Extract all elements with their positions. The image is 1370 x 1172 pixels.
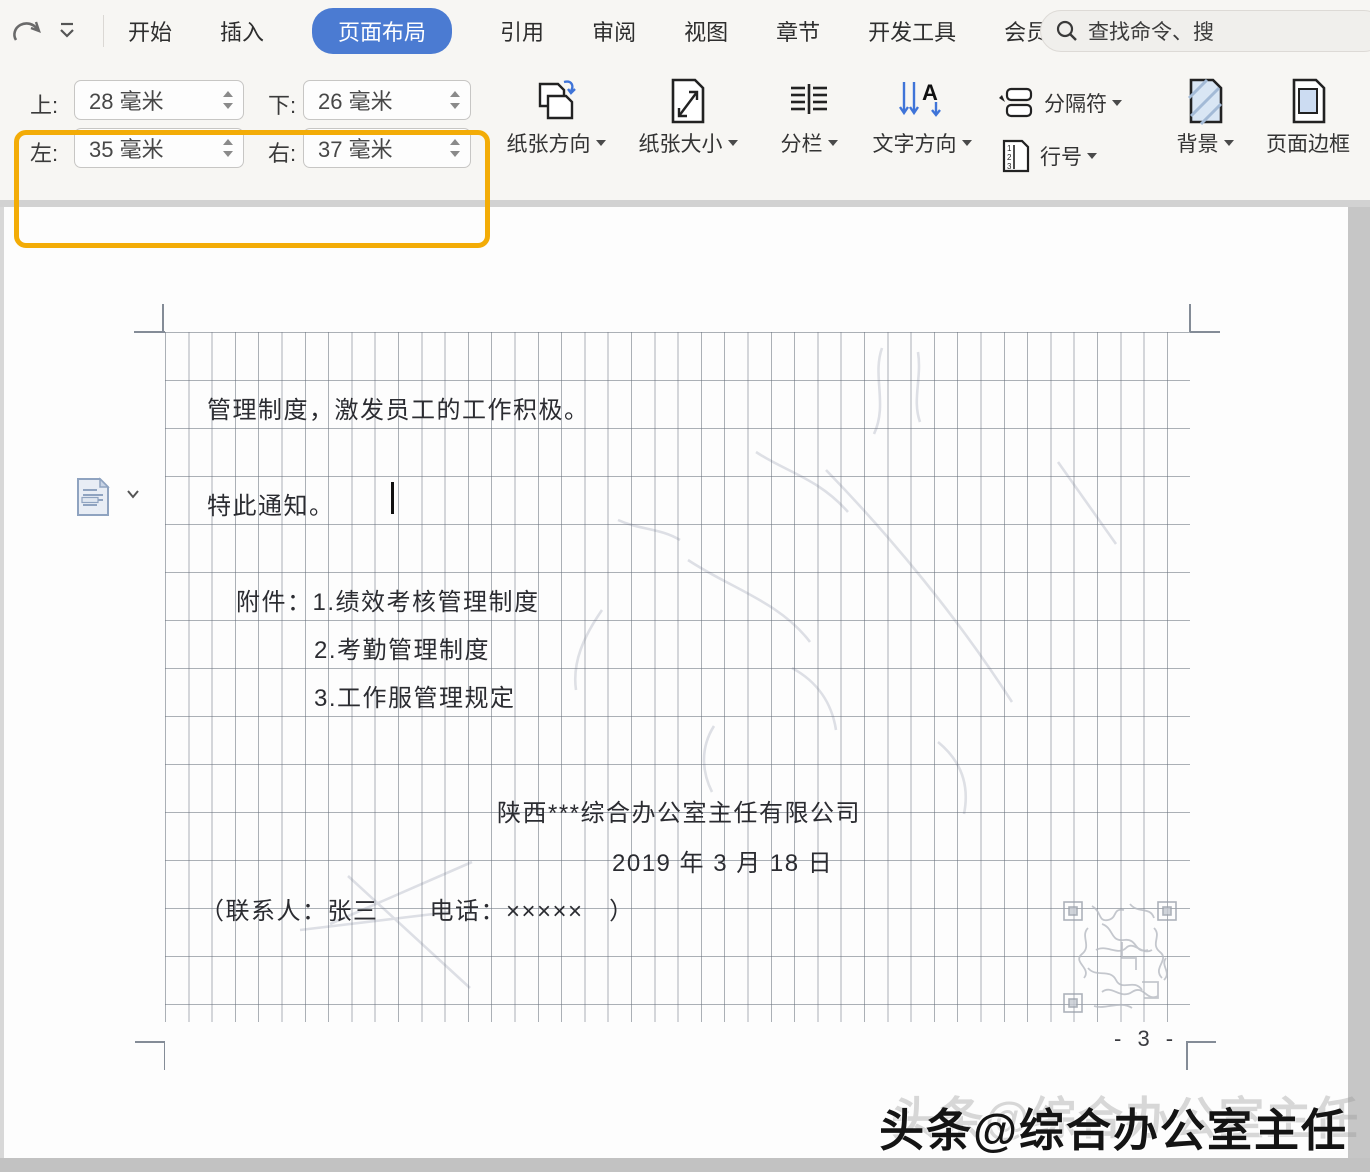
top-margin-label: 上: (30, 88, 58, 120)
toolbar-divider (103, 15, 104, 47)
top-margin-value: 28 毫米 (89, 84, 223, 116)
line-numbers-icon: 1 2 3 (998, 138, 1032, 174)
qr-stamp (1058, 898, 1186, 1020)
tab-review[interactable]: 审阅 (592, 15, 636, 47)
body-text-line[interactable]: 特此通知。 (207, 486, 335, 521)
search-icon (1055, 19, 1079, 43)
app-background (0, 1158, 1370, 1172)
contact-line[interactable]: （联系人：张三 电话：××××× ） (200, 891, 635, 926)
search-input[interactable]: 查找命令、搜 (1040, 10, 1370, 52)
bottom-margin-field[interactable]: 26 毫米 (303, 80, 471, 120)
page-border-button[interactable]: 页面边框 (1258, 76, 1358, 158)
crop-mark-bottom-left (135, 1041, 165, 1043)
paper-size-icon (665, 76, 711, 128)
chevron-down-icon (126, 488, 140, 500)
text-direction-label: 文字方向 (873, 128, 957, 158)
tab-developer-tools[interactable]: 开发工具 (868, 15, 956, 47)
text-direction-icon: A (896, 76, 948, 128)
signature-company-line[interactable]: 陕西***综合办公室主任有限公司 (497, 793, 861, 828)
page-border-label: 页面边框 (1266, 128, 1350, 158)
ribbon-content: 上: 28 毫米 下: 26 毫米 左: 35 毫米 右: 37 毫米 (0, 62, 1370, 200)
tab-insert[interactable]: 插入 (220, 15, 264, 47)
margin-highlight-box (14, 130, 490, 248)
svg-text:3: 3 (1007, 162, 1012, 171)
ribbon-tab-bar: 开始 插入 页面布局 引用 审阅 视图 章节 开发工具 会员专享 查找命令、搜 (0, 0, 1370, 62)
crop-mark-top-left (134, 331, 165, 333)
columns-icon (785, 76, 833, 128)
page-number: - 3 - (1114, 1026, 1178, 1052)
svg-text:1: 1 (1007, 144, 1012, 153)
crop-mark-bottom-right (1186, 1041, 1188, 1070)
attachment-line[interactable]: 2.考勤管理制度 (314, 630, 490, 665)
columns-label: 分栏 (781, 128, 823, 158)
breaks-icon (998, 86, 1036, 120)
attachment-line[interactable]: 附件：1.绩效考核管理制度 (236, 582, 540, 617)
paper-orientation-icon (530, 76, 582, 128)
chevron-down-icon (1087, 153, 1097, 159)
paper-size-label: 纸张大小 (639, 128, 723, 158)
wps-window: 开始 插入 页面布局 引用 审阅 视图 章节 开发工具 会员专享 查找命令、搜 … (0, 0, 1370, 1172)
bottom-margin-value: 26 毫米 (318, 84, 450, 116)
tab-page-layout[interactable]: 页面布局 (312, 8, 452, 54)
bottom-margin-label: 下: (268, 88, 296, 120)
top-margin-field[interactable]: 28 毫米 (74, 80, 244, 120)
chevron-down-icon (728, 140, 738, 146)
page-border-icon (1288, 76, 1328, 128)
text-cursor (391, 482, 394, 514)
crop-mark-bottom-right (1186, 1041, 1216, 1043)
app-background (1348, 207, 1370, 1158)
page-background-button[interactable]: 背景 (1168, 76, 1242, 158)
breaks-button[interactable]: 分隔符 (998, 86, 1122, 120)
signature-date-line[interactable]: 2019 年 3 月 18 日 (612, 843, 833, 878)
chevron-down-icon (1224, 140, 1234, 146)
line-numbers-label: 行号 (1040, 141, 1082, 171)
page-background-label: 背景 (1177, 128, 1219, 158)
breaks-label: 分隔符 (1044, 88, 1107, 118)
chevron-down-icon (596, 140, 606, 146)
redo-icon[interactable] (12, 16, 44, 46)
document-icon (74, 476, 112, 518)
collapse-ribbon-icon[interactable] (57, 20, 77, 42)
paper-orientation-label: 纸张方向 (507, 128, 591, 158)
watermark-text: 头条@综合办公室主任 (879, 1094, 1348, 1159)
line-numbers-button[interactable]: 1 2 3 行号 (998, 138, 1097, 174)
top-margin-spinner[interactable] (223, 91, 243, 109)
body-text-line[interactable]: 管理制度，激发员工的工作积极。 (207, 390, 590, 425)
chevron-down-icon (828, 140, 838, 146)
crop-mark-bottom-left (164, 1041, 166, 1070)
tab-references[interactable]: 引用 (500, 15, 544, 47)
ribbon-tabs: 开始 插入 页面布局 引用 审阅 视图 章节 开发工具 会员专享 (128, 0, 1092, 62)
svg-text:2: 2 (1007, 153, 1012, 162)
search-placeholder: 查找命令、搜 (1088, 16, 1214, 46)
tab-section[interactable]: 章节 (776, 15, 820, 47)
svg-text:A: A (922, 80, 938, 105)
page-left-edge (0, 207, 4, 1158)
crop-mark-top-right (1190, 331, 1220, 333)
paper-size-button[interactable]: 纸张大小 (628, 76, 748, 158)
page-background-icon (1185, 76, 1225, 128)
text-direction-button[interactable]: A 文字方向 (860, 76, 984, 158)
tab-view[interactable]: 视图 (684, 15, 728, 47)
columns-button[interactable]: 分栏 (768, 76, 850, 158)
crop-mark-top-left (162, 304, 164, 332)
paper-orientation-button[interactable]: 纸张方向 (498, 76, 614, 158)
tab-home[interactable]: 开始 (128, 15, 172, 47)
chevron-down-icon (962, 140, 972, 146)
attachment-line[interactable]: 3.工作服管理规定 (314, 678, 516, 713)
chevron-down-icon (1112, 100, 1122, 106)
crop-mark-top-right (1189, 304, 1191, 332)
bottom-margin-spinner[interactable] (450, 91, 470, 109)
page-settings-widget[interactable] (74, 476, 140, 518)
